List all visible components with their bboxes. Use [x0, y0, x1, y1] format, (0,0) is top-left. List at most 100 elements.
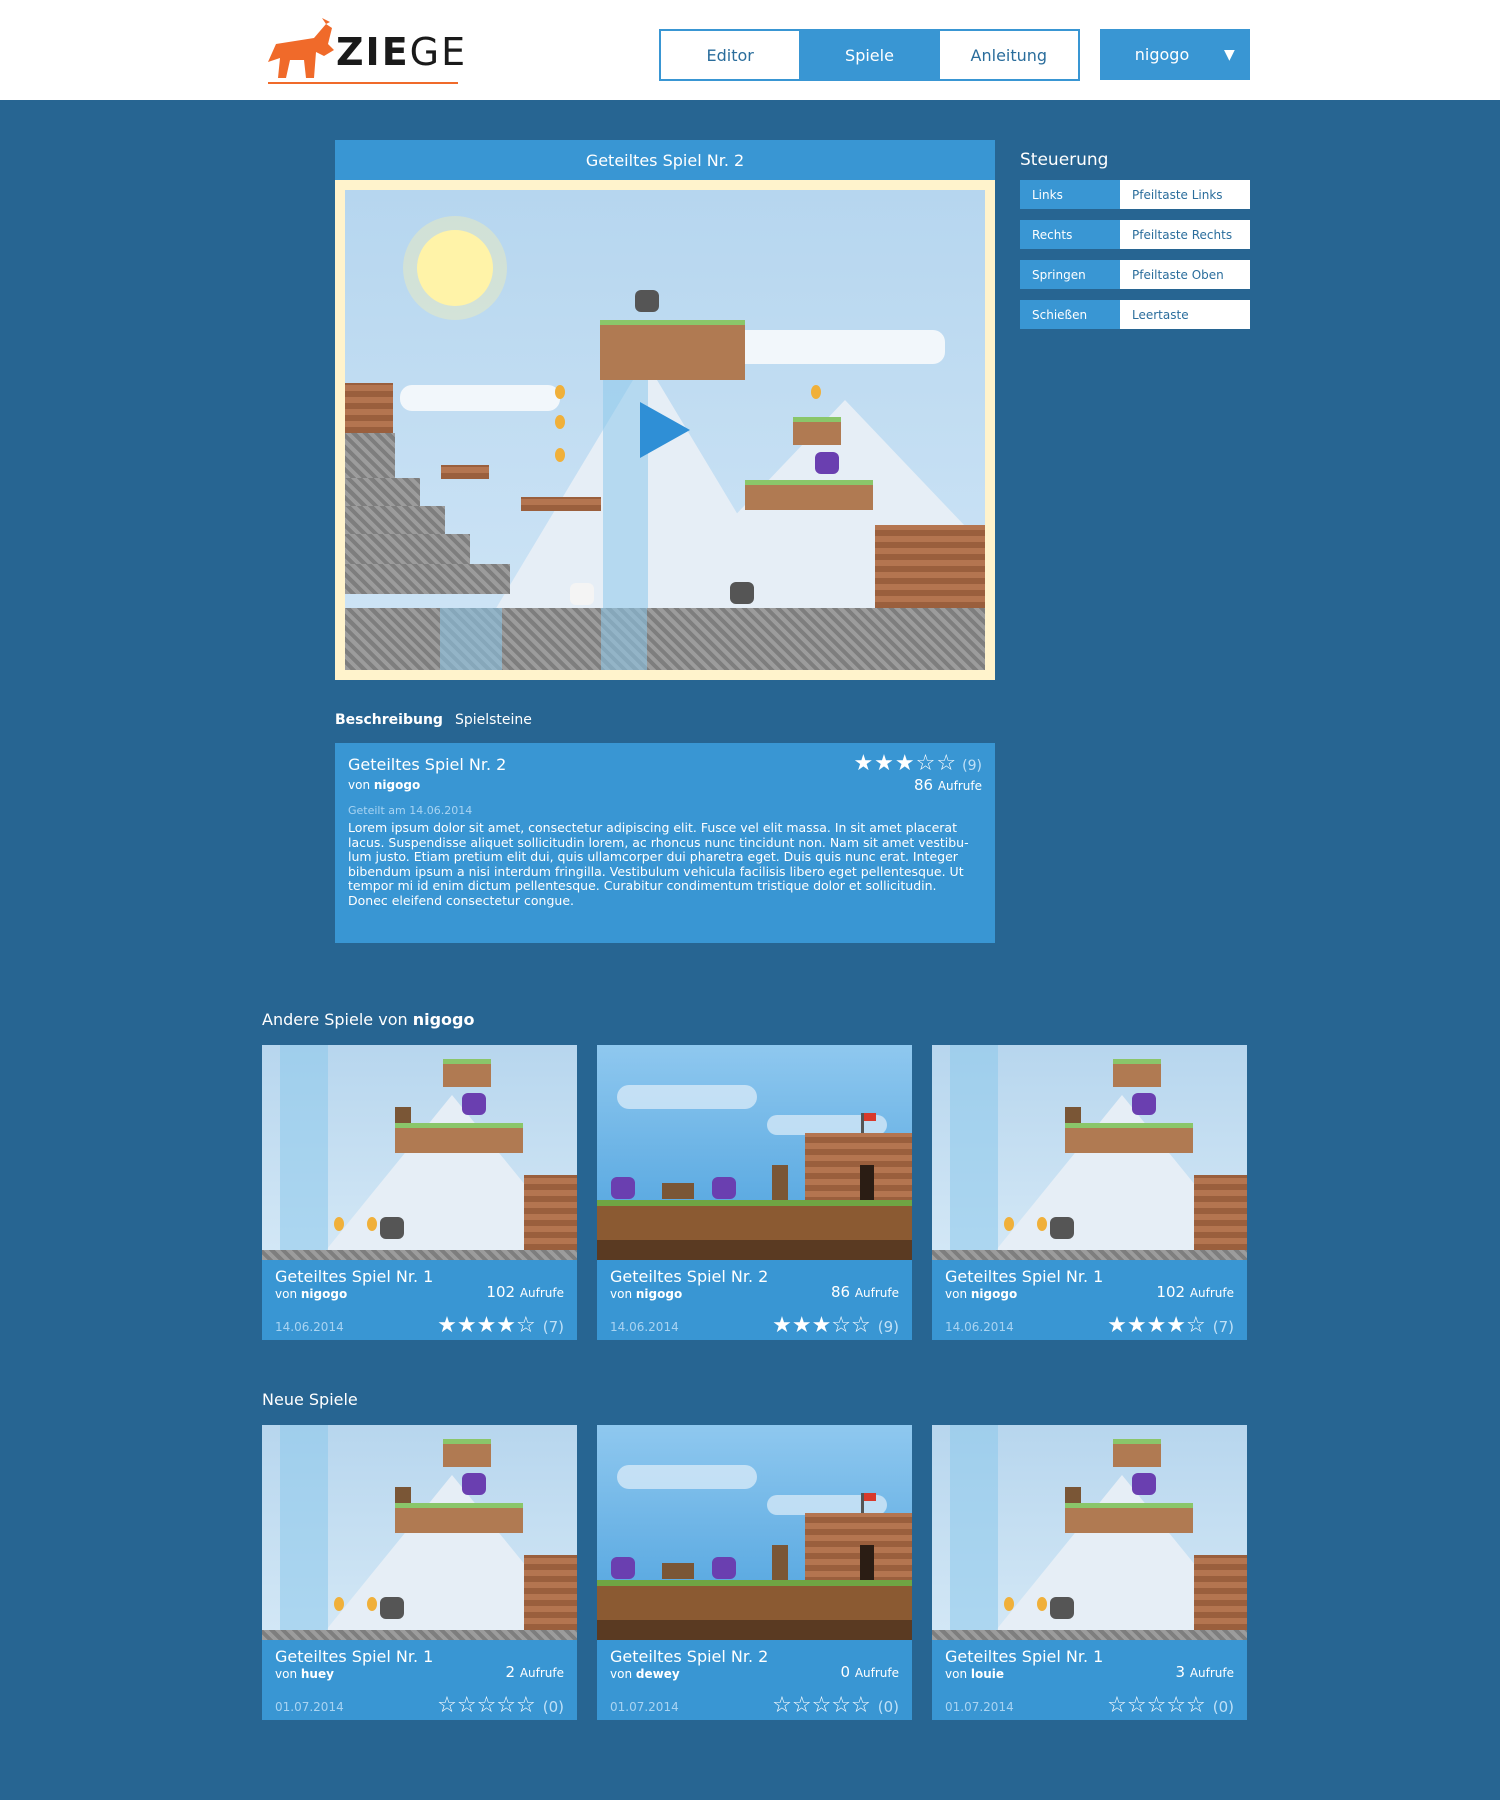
game-thumbnail[interactable]: [262, 1045, 577, 1260]
water-pool: [601, 608, 647, 670]
author-link[interactable]: huey: [301, 1667, 334, 1681]
game-thumbnail[interactable]: [262, 1425, 577, 1640]
goat-sprite: [815, 452, 839, 474]
goat-sprite: [570, 583, 594, 605]
nav-spiele[interactable]: Spiele: [800, 31, 940, 79]
rating: ★★★☆☆ (9) 86 Aufrufe: [853, 751, 982, 794]
author-link[interactable]: dewey: [636, 1667, 680, 1681]
card-info: Geteiltes Spiel Nr. 2 von nigogo 86 Aufruf…: [597, 1260, 912, 1340]
stone-step: [345, 534, 470, 564]
section-title-new-games: Neue Spiele: [262, 1390, 358, 1409]
section-title-other-games: Andere Spiele von nigogo: [262, 1010, 475, 1029]
game-frame: [335, 180, 995, 680]
dirt-platform: [600, 320, 745, 380]
card-date: 01.07.2014: [610, 1700, 679, 1714]
rating-count: (0): [542, 1698, 564, 1716]
header: ZIEGE Editor Spiele Anleitung nigogo ▼: [0, 0, 1500, 100]
control-key[interactable]: Pfeiltaste Oben: [1120, 260, 1250, 289]
author-link[interactable]: nigogo: [301, 1287, 347, 1301]
author-link[interactable]: nigogo: [374, 778, 420, 792]
view-count: 86 Aufrufe: [830, 1283, 899, 1301]
control-key[interactable]: Leertaste: [1120, 300, 1250, 329]
game-thumbnail[interactable]: [597, 1425, 912, 1640]
house: [345, 383, 393, 433]
game-thumbnail[interactable]: [597, 1045, 912, 1260]
game-canvas[interactable]: [345, 190, 985, 670]
dirt-platform: [793, 417, 841, 445]
stone-step: [345, 506, 445, 534]
goat-logo-icon: [268, 18, 334, 78]
game-thumbnail[interactable]: [932, 1425, 1247, 1640]
game-card[interactable]: Geteiltes Spiel Nr. 1 von huey 2 Aufrufe 01…: [262, 1425, 577, 1720]
star-rating-icon: ☆☆☆☆☆ (0): [437, 1693, 564, 1718]
nav-editor[interactable]: Editor: [661, 31, 801, 79]
card-info: Geteiltes Spiel Nr. 2 von dewey 0 Aufrufe 0…: [597, 1640, 912, 1720]
card-info: Geteiltes Spiel Nr. 1 von huey 2 Aufrufe 01…: [262, 1640, 577, 1720]
play-icon[interactable]: [640, 402, 690, 458]
game-card[interactable]: Geteiltes Spiel Nr. 1 von nigogo 102 Aufru…: [262, 1045, 577, 1340]
rating-count: (7): [542, 1318, 564, 1336]
user-name: nigogo: [1134, 45, 1190, 64]
star-rating-icon[interactable]: ★★★☆☆: [853, 751, 957, 776]
star-rating-icon: ☆☆☆☆☆ (0): [772, 1693, 899, 1718]
user-menu-button[interactable]: nigogo ▼: [1100, 29, 1250, 80]
coin: [555, 415, 565, 429]
brick-platform: [441, 465, 489, 479]
view-count: 3 Aufrufe: [1175, 1663, 1235, 1681]
card-date: 01.07.2014: [275, 1700, 344, 1714]
card-info: Geteiltes Spiel Nr. 1 von nigogo 102 Aufru…: [932, 1260, 1247, 1340]
control-action: Links: [1020, 180, 1120, 209]
control-row: Springen Pfeiltaste Oben: [1020, 260, 1250, 289]
author-link[interactable]: nigogo: [636, 1287, 682, 1301]
nav-anleitung[interactable]: Anleitung: [940, 31, 1078, 79]
card-date: 14.06.2014: [610, 1320, 679, 1334]
star-rating-icon: ☆☆☆☆☆ (0): [1107, 1693, 1234, 1718]
description-date: Geteilt am 14.06.2014: [348, 804, 473, 817]
author-link[interactable]: louie: [971, 1667, 1004, 1681]
brick-platform: [521, 497, 601, 511]
author-link[interactable]: nigogo: [971, 1287, 1017, 1301]
tab-beschreibung[interactable]: Beschreibung: [335, 712, 443, 728]
game-thumbnail[interactable]: [932, 1045, 1247, 1260]
card-date: 01.07.2014: [945, 1700, 1014, 1714]
water-pool: [440, 608, 502, 670]
view-count: 102 Aufrufe: [1156, 1283, 1234, 1301]
stone-step: [345, 564, 510, 594]
rating-count: (7): [1212, 1318, 1234, 1336]
card-info: Geteiltes Spiel Nr. 1 von louie 3 Aufrufe 0…: [932, 1640, 1247, 1720]
tab-spielsteine[interactable]: Spielsteine: [455, 712, 532, 728]
card-date: 14.06.2014: [945, 1320, 1014, 1334]
star-rating-icon: ★★★★☆ (7): [1107, 1313, 1234, 1338]
rating-count: (0): [877, 1698, 899, 1716]
game-title-bar: Geteiltes Spiel Nr. 2: [335, 140, 995, 180]
coin: [555, 448, 565, 462]
game-card[interactable]: Geteiltes Spiel Nr. 1 von louie 3 Aufrufe 0…: [932, 1425, 1247, 1720]
logo-underline: [268, 82, 458, 84]
rating-count: (0): [1212, 1698, 1234, 1716]
star-rating-icon: ★★★★☆ (7): [437, 1313, 564, 1338]
control-row: Rechts Pfeiltaste Rechts: [1020, 220, 1250, 249]
coin: [555, 385, 565, 399]
logo[interactable]: ZIEGE: [268, 18, 465, 88]
control-row: Links Pfeiltaste Links: [1020, 180, 1250, 209]
dirt-platform: [745, 480, 873, 510]
view-count: 0 Aufrufe: [840, 1663, 900, 1681]
game-card[interactable]: Geteiltes Spiel Nr. 1 von nigogo 102 Aufru…: [932, 1045, 1247, 1340]
chevron-down-icon: ▼: [1224, 46, 1235, 63]
control-action: Schießen: [1020, 300, 1120, 329]
control-key[interactable]: Pfeiltaste Links: [1120, 180, 1250, 209]
description-panel: Geteiltes Spiel Nr. 2 von nigogo Geteilt…: [335, 743, 995, 943]
controls-title: Steuerung: [1020, 150, 1109, 170]
view-count: 2 Aufrufe: [505, 1663, 565, 1681]
control-key[interactable]: Pfeiltaste Rechts: [1120, 220, 1250, 249]
sun: [417, 230, 493, 306]
brick-stairs: [875, 525, 985, 608]
card-date: 14.06.2014: [275, 1320, 344, 1334]
stone-step: [345, 433, 395, 478]
control-action: Springen: [1020, 260, 1120, 289]
game-card[interactable]: Geteiltes Spiel Nr. 2 von nigogo 86 Aufruf…: [597, 1045, 912, 1340]
control-action: Rechts: [1020, 220, 1120, 249]
card-info: Geteiltes Spiel Nr. 1 von nigogo 102 Aufru…: [262, 1260, 577, 1340]
game-card[interactable]: Geteiltes Spiel Nr. 2 von dewey 0 Aufrufe 0…: [597, 1425, 912, 1720]
star-rating-icon: ★★★☆☆ (9): [772, 1313, 899, 1338]
